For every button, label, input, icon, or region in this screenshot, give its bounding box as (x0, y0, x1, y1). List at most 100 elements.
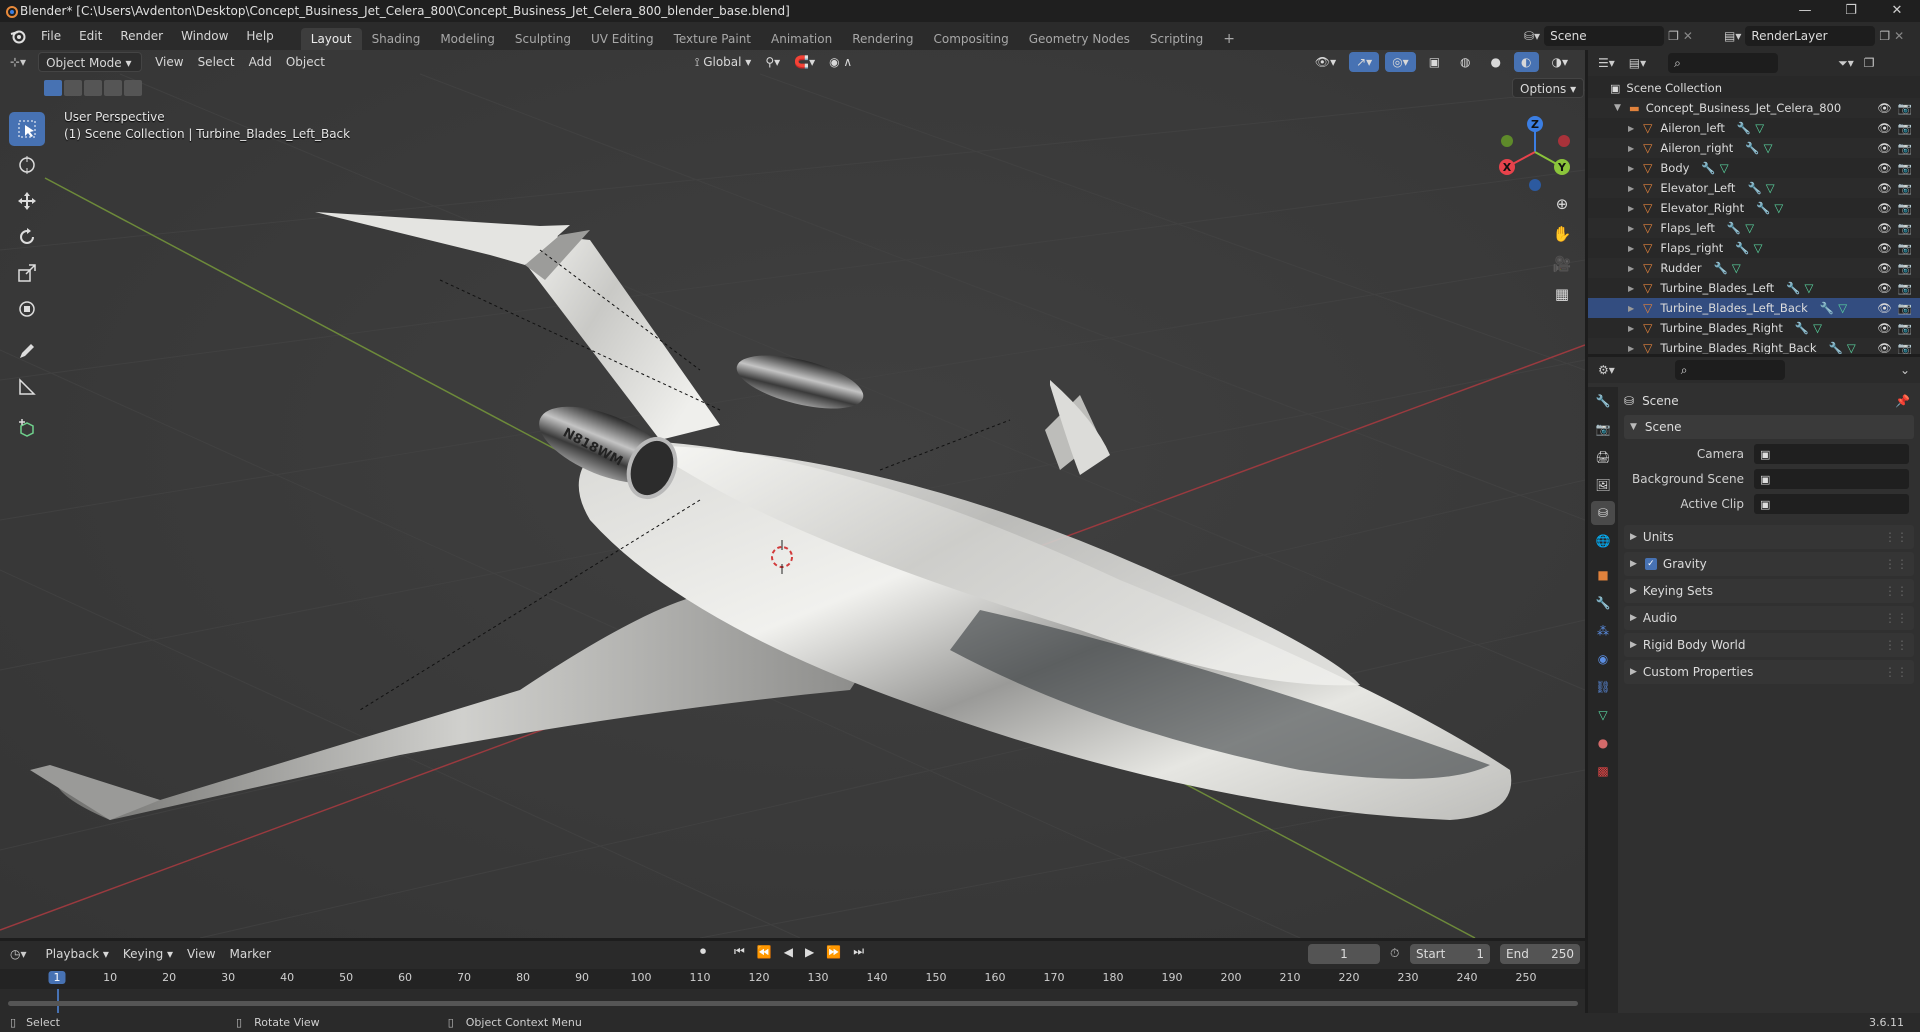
expand-chevron-icon[interactable]: ▶ (1628, 144, 1634, 153)
particles-tab-icon[interactable]: ⁂ (1591, 619, 1615, 643)
tab-rendering[interactable]: Rendering (842, 28, 923, 50)
timeline-editor-icon[interactable]: ◷▾ (10, 947, 27, 961)
stopwatch-icon[interactable]: ⏱ (1390, 946, 1399, 961)
properties-search-input[interactable]: ⌕ (1674, 360, 1785, 380)
next-keyframe-icon[interactable]: ⏩ (826, 945, 841, 959)
constraints-tab-icon[interactable]: ⛓ (1591, 675, 1615, 699)
properties-editor-icon[interactable]: ⚙▾ (1598, 363, 1615, 377)
mesh-data-icon[interactable]: ▽ (1847, 341, 1856, 354)
menu-window[interactable]: Window (172, 22, 237, 50)
editor-type-icon[interactable]: ⊹▾ (10, 55, 26, 69)
move-tool[interactable] (9, 184, 45, 218)
eye-icon[interactable]: 👁 (1877, 321, 1892, 335)
select-subtract-icon[interactable] (84, 80, 102, 96)
outliner-object-row[interactable]: ▶ ▽ Flaps_right 🔧 ▽ 👁 📷 (1588, 238, 1920, 258)
minimize-icon[interactable]: — (1782, 0, 1828, 22)
rendered-shading-icon[interactable]: ◑▾ (1545, 52, 1576, 72)
xray-icon[interactable]: ▣ (1422, 52, 1447, 72)
prev-keyframe-icon[interactable]: ⏪ (757, 945, 772, 959)
modifier-wrench-icon[interactable]: 🔧 (1795, 321, 1809, 335)
menu-edit[interactable]: Edit (70, 22, 111, 50)
tab-scripting[interactable]: Scripting (1140, 28, 1213, 50)
gizmo-icon[interactable]: ↗▾ (1349, 52, 1380, 72)
mode-dropdown[interactable]: Object Mode ▾ (38, 52, 143, 72)
outliner-object-row[interactable]: ▶ ▽ Turbine_Blades_Right 🔧 ▽ 👁 📷 (1588, 318, 1920, 338)
transform-tool[interactable] (9, 292, 45, 326)
object-tab-icon[interactable]: ■ (1591, 563, 1615, 587)
eye-icon[interactable]: 👁 (1877, 261, 1892, 275)
select-new-icon[interactable] (44, 80, 62, 96)
modifier-wrench-icon[interactable]: 🔧 (1747, 181, 1761, 195)
blender-menu-icon[interactable] (10, 28, 26, 44)
drag-grip-icon[interactable]: ⋮⋮ (1884, 557, 1908, 571)
tab-shading[interactable]: Shading (362, 28, 431, 50)
modifier-wrench-icon[interactable]: 🔧 (1714, 261, 1728, 275)
end-frame-field[interactable]: End 250 (1500, 944, 1580, 964)
overlays-icon[interactable]: ◎▾ (1385, 52, 1416, 72)
mesh-data-icon[interactable]: ▽ (1766, 181, 1775, 195)
collection-row[interactable]: ▼ ▬ Concept_Business_Jet_Celera_800 👁 📷 (1588, 98, 1920, 118)
render-tab-icon[interactable]: 📷 (1591, 417, 1615, 441)
menu-add[interactable]: Add (242, 52, 279, 72)
modifier-wrench-icon[interactable]: 🔧 (1745, 141, 1759, 155)
zoom-icon[interactable]: ⊕ (1548, 190, 1576, 218)
render-camera-icon[interactable]: 📷 (1898, 261, 1912, 275)
scene-collection-row[interactable]: ▣ Scene Collection (1588, 78, 1920, 98)
outliner-object-row[interactable]: ▶ ▽ Aileron_left 🔧 ▽ 👁 📷 (1588, 118, 1920, 138)
add-cube-tool[interactable] (9, 412, 45, 446)
drag-grip-icon[interactable]: ⋮⋮ (1884, 611, 1908, 625)
new-collection-icon[interactable]: ❐ (1864, 56, 1875, 70)
mesh-data-icon[interactable]: ▽ (1720, 161, 1729, 175)
tab-uv-editing[interactable]: UV Editing (581, 28, 664, 50)
menu-help[interactable]: Help (237, 22, 282, 50)
tab-modeling[interactable]: Modeling (430, 28, 505, 50)
eye-icon[interactable]: 👁 (1877, 161, 1892, 175)
menu-object[interactable]: Object (279, 52, 332, 72)
tab-sculpting[interactable]: Sculpting (505, 28, 581, 50)
render-camera-icon[interactable]: 📷 (1898, 341, 1912, 354)
mesh-data-icon[interactable]: ▽ (1838, 301, 1847, 315)
properties-section-header[interactable]: ▶ Rigid Body World ⋮⋮ (1624, 633, 1914, 657)
property-value-field[interactable]: ▣ (1754, 494, 1909, 514)
outliner-object-row[interactable]: ▶ ▽ Turbine_Blades_Left_Back 🔧 ▽ 👁 📷 (1588, 298, 1920, 318)
tab-compositing[interactable]: Compositing (923, 28, 1018, 50)
eye-icon[interactable]: 👁 (1877, 181, 1892, 195)
start-frame-field[interactable]: Start 1 (1410, 944, 1490, 964)
rotate-tool[interactable] (9, 220, 45, 254)
render-camera-icon[interactable]: 📷 (1898, 221, 1912, 235)
filter-icon[interactable]: ⏷▾ (1838, 56, 1854, 71)
mesh-data-icon[interactable]: ▽ (1774, 201, 1783, 215)
texture-tab-icon[interactable]: ▩ (1591, 759, 1615, 783)
render-camera-icon[interactable]: 📷 (1898, 161, 1912, 175)
modifier-wrench-icon[interactable]: 🔧 (1820, 301, 1834, 315)
mesh-data-icon[interactable]: ▽ (1813, 321, 1822, 335)
render-camera-icon[interactable]: 📷 (1898, 281, 1912, 295)
expand-chevron-icon[interactable]: ▶ (1628, 224, 1634, 233)
drag-grip-icon[interactable]: ⋮⋮ (1884, 530, 1908, 544)
expand-chevron-icon[interactable]: ▶ (1628, 304, 1634, 313)
outliner-object-row[interactable]: ▶ ▽ Turbine_Blades_Right_Back 🔧 ▽ 👁 📷 (1588, 338, 1920, 354)
render-camera-icon[interactable]: 📷 (1898, 321, 1912, 335)
scene-tab-icon[interactable]: ⛁ (1591, 501, 1615, 525)
delete-view-layer-icon[interactable]: ✕ (1894, 29, 1904, 43)
mesh-data-icon[interactable]: ▽ (1755, 121, 1764, 135)
scene-browse-icon[interactable]: ⛁▾ (1524, 29, 1540, 43)
expand-chevron-icon[interactable]: ▶ (1628, 344, 1634, 353)
visibility-icon[interactable]: 👁▾ (1308, 52, 1343, 72)
eye-icon[interactable]: 👁 (1877, 101, 1892, 115)
property-value-field[interactable]: ▣ (1754, 444, 1909, 464)
eye-icon[interactable]: 👁 (1877, 121, 1892, 135)
navigation-gizmo[interactable]: Z X Y (1495, 112, 1575, 192)
tab-texture-paint[interactable]: Texture Paint (664, 28, 761, 50)
properties-section-header[interactable]: ▶ ✓ Gravity ⋮⋮ (1624, 552, 1914, 576)
properties-section-header[interactable]: ▶ Units ⋮⋮ (1624, 525, 1914, 549)
expand-chevron-icon[interactable]: ▶ (1628, 204, 1634, 213)
maximize-icon[interactable]: ❐ (1828, 0, 1874, 22)
view-layer-browse-icon[interactable]: ▤▾ (1724, 29, 1741, 43)
close-icon[interactable]: ✕ (1874, 0, 1920, 22)
mesh-data-icon[interactable]: ▽ (1754, 241, 1763, 255)
menu-select[interactable]: Select (191, 52, 242, 72)
menu-playback[interactable]: Playback ▾ (39, 944, 116, 964)
current-frame-field[interactable]: 1 (1308, 944, 1380, 964)
eye-icon[interactable]: 👁 (1877, 301, 1892, 315)
